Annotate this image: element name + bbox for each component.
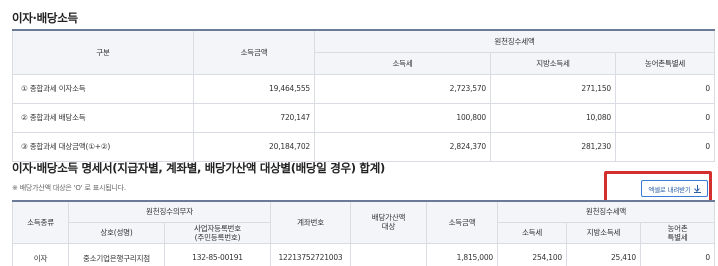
cell-rural-tax: 0 <box>640 242 715 266</box>
header-biz-reg-no: 사업자등록번호 (주민등록번호) <box>164 221 271 244</box>
cell-local-tax: 10,080 <box>490 102 616 133</box>
cell-income: 20,184,702 <box>193 131 315 162</box>
header-withholding-group: 원천징수세액 <box>314 29 715 53</box>
cell-income: 19,464,555 <box>193 73 315 104</box>
table-row: 이자 중소기업은행구리지점 132-85-00191 1221375272100… <box>12 242 715 266</box>
header-rural-tax: 농어촌 특별세 <box>640 221 715 244</box>
interest-dividend-summary-table: 구분 소득금액 원천징수세액 소득세 지방소득세 농어촌특별세 ① 종합과세 이… <box>12 29 715 162</box>
cell-local-tax: 25,410 <box>566 242 641 266</box>
header-account-no: 계좌번호 <box>270 200 351 244</box>
header-category: 구분 <box>12 29 194 75</box>
cell-local-tax: 281,230 <box>490 131 616 162</box>
download-button-label: 엑셀로 내려받기 <box>648 185 691 194</box>
header-local-tax: 지방소득세 <box>566 221 641 244</box>
cell-biz-reg-no: 132-85-00191 <box>164 242 271 266</box>
section-title-interest-dividend: 이자·배당소득 <box>12 11 78 25</box>
header-dividend-target: 배당가산액 대상 <box>350 200 427 244</box>
header-local-tax: 지방소득세 <box>490 51 616 75</box>
cell-trade-name: 중소기업은행구리지점 <box>68 242 165 266</box>
header-trade-name: 상호(성명) <box>68 221 165 244</box>
row-label: ② 종합과세 배당소득 <box>12 102 194 133</box>
interest-dividend-statement-table: 소득종류 원천징수의무자 계좌번호 배당가산액 대상 소득금액 원천징수세액 상… <box>12 200 715 266</box>
header-income-type: 소득종류 <box>12 200 69 244</box>
excel-download-button[interactable]: 엑셀로 내려받기 <box>641 180 708 197</box>
header-withholding-group: 원천징수세액 <box>497 200 715 223</box>
cell-income-tax: 2,824,370 <box>314 131 491 162</box>
cell-local-tax: 271,150 <box>490 73 616 104</box>
cell-income-tax: 100,800 <box>314 102 491 133</box>
header-rural-tax: 농어촌특별세 <box>615 51 715 75</box>
cell-income-tax: 2,723,570 <box>314 73 491 104</box>
section-title-statement: 이자·배당소득 명세서(지급자별, 계좌별, 배당가산액 대상별(배당일 경우)… <box>12 161 385 175</box>
download-icon <box>693 184 701 193</box>
cell-income-tax: 254,100 <box>497 242 567 266</box>
table-row: ③ 종합과세 대상금액(①+②) 20,184,702 2,824,370 28… <box>12 131 715 162</box>
header-income: 소득금액 <box>193 29 315 75</box>
cell-account-no: 12213752721003 <box>270 242 351 266</box>
row-label: ① 종합과세 이자소득 <box>12 73 194 104</box>
cell-rural-tax: 0 <box>615 131 715 162</box>
row-label: ③ 종합과세 대상금액(①+②) <box>12 131 194 162</box>
dividend-target-note: ※ 배당가산액 대상은 'O' 로 표시됩니다. <box>12 184 126 192</box>
cell-rural-tax: 0 <box>615 102 715 133</box>
header-payer-group: 원천징수의무자 <box>68 200 271 223</box>
table-row: ② 종합과세 배당소득 720,147 100,800 10,080 0 <box>12 102 715 133</box>
cell-income-type: 이자 <box>12 242 69 266</box>
cell-dividend-target <box>350 242 427 266</box>
header-income-tax: 소득세 <box>314 51 491 75</box>
cell-income: 720,147 <box>193 102 315 133</box>
table-row: ① 종합과세 이자소득 19,464,555 2,723,570 271,150… <box>12 73 715 104</box>
header-income-tax: 소득세 <box>497 221 567 244</box>
cell-income: 1,815,000 <box>426 242 498 266</box>
header-income: 소득금액 <box>426 200 498 244</box>
cell-rural-tax: 0 <box>615 73 715 104</box>
